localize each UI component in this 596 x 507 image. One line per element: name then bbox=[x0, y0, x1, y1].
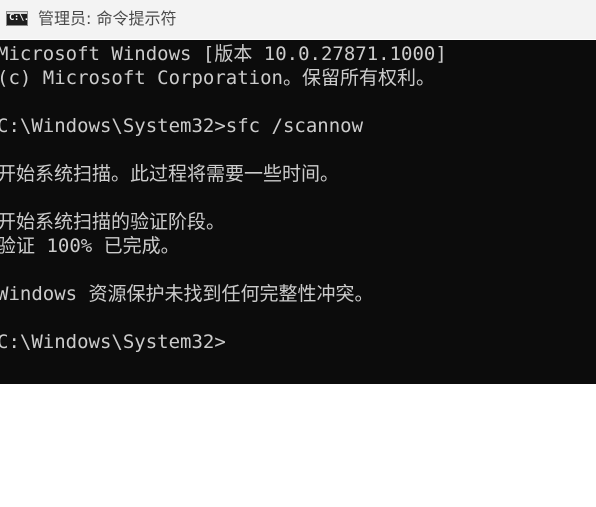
console-line-verify-phase: 开始系统扫描的验证阶段。 bbox=[0, 211, 226, 233]
console-line-copyright: (c) Microsoft Corporation。保留所有权利。 bbox=[0, 67, 435, 89]
window-title: 管理员: 命令提示符 bbox=[38, 9, 177, 28]
console-output[interactable]: Microsoft Windows [版本 10.0.27871.1000] (… bbox=[0, 40, 596, 384]
title-bar[interactable]: C:\. 管理员: 命令提示符 bbox=[0, 0, 596, 39]
console-line-scan-start: 开始系统扫描。此过程将需要一些时间。 bbox=[0, 163, 340, 185]
console-line-result: Windows 资源保护未找到任何完整性冲突。 bbox=[0, 283, 374, 305]
command-prompt-window: C:\. 管理员: 命令提示符 Microsoft Windows [版本 10… bbox=[0, 0, 596, 507]
console-line-command: C:\Windows\System32>sfc /scannow bbox=[0, 115, 364, 137]
console-line-verify-progress: 验证 100% 已完成。 bbox=[0, 235, 180, 257]
console-line-version: Microsoft Windows [版本 10.0.27871.1000] bbox=[0, 43, 447, 65]
cmd-icon[interactable]: C:\. bbox=[6, 11, 29, 26]
console-line-prompt: C:\Windows\System32> bbox=[0, 331, 226, 353]
cmd-icon-text: C:\. bbox=[9, 13, 29, 23]
